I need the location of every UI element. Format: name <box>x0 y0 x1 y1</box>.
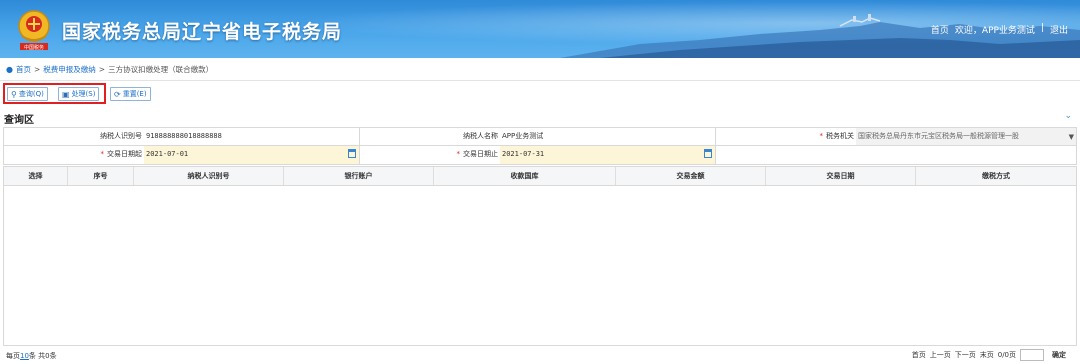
taxpayer-id-label: 纳税人识别号 <box>4 128 144 145</box>
breadcrumb-separator: > <box>98 64 106 74</box>
date-end-field[interactable]: 2021-07-31 <box>500 146 716 164</box>
svg-text:中国税务: 中国税务 <box>24 44 44 51</box>
per-page-prefix: 每页 <box>6 352 20 360</box>
column-header-treasury[interactable]: 收款国库 <box>434 167 616 185</box>
page-number-input[interactable] <box>1020 349 1044 361</box>
date-start-label-cell: * 交易日期起 <box>4 146 144 164</box>
header-nav: 首页 欢迎，APP业务测试 | 退出 <box>931 23 1068 36</box>
site-title: 国家税务总局辽宁省电子税务局 <box>62 21 343 43</box>
empty-cell <box>716 146 1076 164</box>
pagination-summary: 每页10条 共0条 <box>6 351 57 361</box>
process-button[interactable]: ▣ 处理(S) <box>58 87 100 101</box>
prev-page-button[interactable]: 上一页 <box>930 350 951 360</box>
breadcrumb-current: 三方协议扣缴处理（联合缴款） <box>108 64 214 74</box>
total-count: 条 共0条 <box>28 352 57 360</box>
column-header-date[interactable]: 交易日期 <box>766 167 916 185</box>
next-page-button[interactable]: 下一页 <box>955 350 976 360</box>
location-pin-icon: ● <box>6 64 13 74</box>
nav-separator: | <box>1040 23 1044 33</box>
date-end-value: 2021-07-31 <box>502 150 545 158</box>
chevron-down-icon[interactable]: ⌄ <box>1064 111 1072 121</box>
date-start-field[interactable]: 2021-07-01 <box>144 146 360 164</box>
taxpayer-name-field[interactable]: APP业务测试 <box>500 128 716 145</box>
column-header-taxpayer-id[interactable]: 纳税人识别号 <box>134 167 284 185</box>
calendar-icon[interactable] <box>704 149 712 158</box>
taxpayer-name-label: 纳税人名称 <box>360 128 500 145</box>
per-page-selector[interactable]: 10 <box>20 352 29 360</box>
date-end-label: 交易日期止 <box>463 150 498 158</box>
nav-logout-link[interactable]: 退出 <box>1050 23 1068 36</box>
query-form: 纳税人识别号 918888888018888888 纳税人名称 APP业务测试 … <box>3 127 1077 165</box>
required-asterisk: * <box>456 150 461 158</box>
pagination-controls: 首页 上一页 下一页 末页 0/0页 确定 <box>912 349 1066 361</box>
nav-home-link[interactable]: 首页 <box>931 23 949 36</box>
taxpayer-id-field[interactable]: 918888888018888888 <box>144 128 360 145</box>
breadcrumb: ● 首页 > 税费申报及缴纳 > 三方协议扣缴处理（联合缴款） <box>6 63 213 75</box>
tax-office-label: 税务机关 <box>826 132 854 140</box>
query-button[interactable]: ⚲ 查询(Q) <box>7 87 48 101</box>
search-icon: ⚲ <box>11 89 17 99</box>
tax-emblem-logo: 中国税务 <box>14 8 54 52</box>
calendar-icon[interactable] <box>348 149 356 158</box>
table-header: 选择 序号 纳税人识别号 银行账户 收款国库 交易金额 交易日期 缴税方式 <box>4 167 1076 186</box>
query-section-title: 查询区 <box>4 115 34 126</box>
nav-welcome-user[interactable]: 欢迎，APP业务测试 <box>955 23 1035 36</box>
query-button-label: 查询(Q) <box>18 90 44 98</box>
column-header-index[interactable]: 序号 <box>68 167 134 185</box>
page-info: 0/0页 <box>997 351 1016 359</box>
breadcrumb-home[interactable]: 首页 <box>16 64 31 75</box>
reset-button[interactable]: ⟳ 重置(E) <box>110 87 151 101</box>
tax-office-label-cell: * 税务机关 <box>716 128 856 145</box>
results-table: 选择 序号 纳税人识别号 银行账户 收款国库 交易金额 交易日期 缴税方式 <box>3 166 1077 346</box>
first-page-button[interactable]: 首页 <box>912 350 926 360</box>
form-row: * 交易日期起 2021-07-01 * 交易日期止 2021-07-31 <box>4 146 1076 164</box>
column-header-amount[interactable]: 交易金额 <box>616 167 766 185</box>
column-header-select[interactable]: 选择 <box>4 167 68 185</box>
divider <box>0 80 1080 81</box>
required-asterisk: * <box>819 132 824 140</box>
date-start-label: 交易日期起 <box>107 150 142 158</box>
column-header-payment-method[interactable]: 缴税方式 <box>916 167 1076 185</box>
refresh-icon: ⟳ <box>114 89 121 99</box>
column-header-bank-account[interactable]: 银行账户 <box>284 167 434 185</box>
form-row: 纳税人识别号 918888888018888888 纳税人名称 APP业务测试 … <box>4 128 1076 146</box>
save-icon: ▣ <box>62 89 70 99</box>
confirm-page-button[interactable]: 确定 <box>1052 350 1066 360</box>
breadcrumb-tax-filing[interactable]: 税费申报及缴纳 <box>43 64 96 75</box>
reset-button-label: 重置(E) <box>122 90 147 98</box>
header-banner: 中国税务 国家税务总局辽宁省电子税务局 首页 欢迎，APP业务测试 | 退出 <box>0 0 1080 58</box>
date-end-label-cell: * 交易日期止 <box>360 146 500 164</box>
process-button-label: 处理(S) <box>71 90 96 98</box>
last-page-button[interactable]: 末页 <box>980 350 994 360</box>
required-asterisk: * <box>100 150 105 158</box>
date-start-value: 2021-07-01 <box>146 150 189 158</box>
breadcrumb-separator: > <box>33 64 41 74</box>
tax-office-value: 国家税务总局丹东市元宝区税务局一般税源管理一股 <box>858 132 1019 140</box>
dropdown-arrow-icon[interactable]: ▼ <box>1069 129 1074 146</box>
tax-office-select[interactable]: 国家税务总局丹东市元宝区税务局一般税源管理一股 ▼ <box>856 128 1076 145</box>
